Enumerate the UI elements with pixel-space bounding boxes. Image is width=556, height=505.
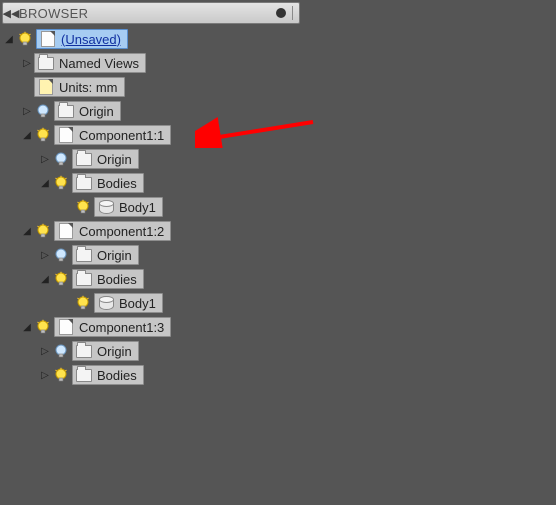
tree-row-comp1-body1[interactable]: Body1 bbox=[2, 196, 300, 218]
expander-icon[interactable]: ◢ bbox=[20, 226, 34, 237]
expander-icon[interactable]: ▷ bbox=[20, 58, 34, 69]
node-label: Origin bbox=[79, 104, 114, 119]
node-chip[interactable]: Named Views bbox=[34, 53, 146, 73]
bulb-icon[interactable] bbox=[52, 366, 70, 384]
folder-icon bbox=[76, 176, 92, 190]
tree-row-comp1-bodies[interactable]: ◢ Bodies bbox=[2, 172, 300, 194]
node-chip[interactable]: Component1:1 bbox=[54, 125, 171, 145]
bulb-icon[interactable] bbox=[52, 342, 70, 360]
tree-row-component1-3[interactable]: ◢ Component1:3 bbox=[2, 316, 300, 338]
doc-icon bbox=[40, 32, 56, 46]
doc-icon bbox=[38, 80, 54, 94]
node-label: Origin bbox=[97, 248, 132, 263]
tree-row-component1-2[interactable]: ◢ Component1:2 bbox=[2, 220, 300, 242]
node-label: Origin bbox=[97, 344, 132, 359]
node-label: Component1:3 bbox=[79, 320, 164, 335]
node-chip[interactable]: Origin bbox=[72, 341, 139, 361]
bulb-icon[interactable] bbox=[74, 198, 92, 216]
node-label: Component1:2 bbox=[79, 224, 164, 239]
panel-dot-icon[interactable] bbox=[276, 8, 286, 18]
tree-row-component1-1[interactable]: ◢ Component1:1 bbox=[2, 124, 300, 146]
doc-icon bbox=[58, 224, 74, 238]
bulb-icon[interactable] bbox=[34, 318, 52, 336]
expander-icon[interactable]: ▷ bbox=[38, 250, 52, 261]
body-icon bbox=[98, 200, 114, 214]
node-chip[interactable]: Origin bbox=[72, 245, 139, 265]
expander-icon[interactable]: ▷ bbox=[38, 154, 52, 165]
tree-row-units[interactable]: ▷ Units: mm bbox=[2, 76, 300, 98]
expander-icon[interactable]: ◢ bbox=[38, 178, 52, 189]
node-chip[interactable]: Body1 bbox=[94, 293, 163, 313]
node-chip[interactable]: Component1:2 bbox=[54, 221, 171, 241]
node-chip[interactable]: Component1:3 bbox=[54, 317, 171, 337]
tree-row-comp2-body1[interactable]: Body1 bbox=[2, 292, 300, 314]
collapse-icon[interactable]: ◀◀ bbox=[3, 7, 19, 20]
folder-icon bbox=[38, 56, 54, 70]
doc-icon bbox=[58, 320, 74, 334]
node-label: Units: mm bbox=[59, 80, 118, 95]
expander-icon[interactable]: ◢ bbox=[20, 322, 34, 333]
panel-header: ◀◀ BROWSER bbox=[2, 2, 300, 24]
node-label: Body1 bbox=[119, 296, 156, 311]
bulb-icon[interactable] bbox=[52, 174, 70, 192]
bulb-icon[interactable] bbox=[16, 30, 34, 48]
folder-icon bbox=[76, 152, 92, 166]
expander-icon[interactable]: ▷ bbox=[20, 106, 34, 117]
tree-row-comp2-bodies[interactable]: ◢ Bodies bbox=[2, 268, 300, 290]
tree-row-comp3-origin[interactable]: ▷ Origin bbox=[2, 340, 300, 362]
expander-icon[interactable]: ▷ bbox=[38, 370, 52, 381]
tree-row-comp1-origin[interactable]: ▷ Origin bbox=[2, 148, 300, 170]
bulb-icon[interactable] bbox=[34, 102, 52, 120]
node-label: (Unsaved) bbox=[61, 32, 121, 47]
panel-title: BROWSER bbox=[19, 6, 276, 21]
node-label: Bodies bbox=[97, 368, 137, 383]
browser-panel: ◀◀ BROWSER ◢ (Unsaved) ▷ Named Views bbox=[2, 2, 300, 388]
tree-row-named-views[interactable]: ▷ Named Views bbox=[2, 52, 300, 74]
panel-divider bbox=[292, 6, 293, 20]
expander-icon[interactable]: ◢ bbox=[2, 34, 16, 45]
folder-icon bbox=[58, 104, 74, 118]
bulb-icon[interactable] bbox=[34, 126, 52, 144]
node-chip[interactable]: Origin bbox=[72, 149, 139, 169]
bulb-icon[interactable] bbox=[52, 270, 70, 288]
node-label: Origin bbox=[97, 152, 132, 167]
folder-icon bbox=[76, 248, 92, 262]
node-label: Bodies bbox=[97, 176, 137, 191]
node-chip[interactable]: Units: mm bbox=[34, 77, 125, 97]
expander-icon[interactable]: ◢ bbox=[20, 130, 34, 141]
body-icon bbox=[98, 296, 114, 310]
tree-row-comp2-origin[interactable]: ▷ Origin bbox=[2, 244, 300, 266]
tree-row-comp3-bodies[interactable]: ▷ Bodies bbox=[2, 364, 300, 386]
folder-icon bbox=[76, 344, 92, 358]
bulb-icon[interactable] bbox=[52, 246, 70, 264]
node-chip[interactable]: (Unsaved) bbox=[36, 29, 128, 49]
bulb-icon[interactable] bbox=[52, 150, 70, 168]
bulb-icon[interactable] bbox=[74, 294, 92, 312]
expander-icon[interactable]: ◢ bbox=[38, 274, 52, 285]
node-label: Component1:1 bbox=[79, 128, 164, 143]
node-chip[interactable]: Body1 bbox=[94, 197, 163, 217]
tree-row-origin[interactable]: ▷ Origin bbox=[2, 100, 300, 122]
node-chip[interactable]: Bodies bbox=[72, 173, 144, 193]
node-label: Bodies bbox=[97, 272, 137, 287]
expander-icon[interactable]: ▷ bbox=[38, 346, 52, 357]
node-label: Body1 bbox=[119, 200, 156, 215]
doc-icon bbox=[58, 128, 74, 142]
tree-row-root[interactable]: ◢ (Unsaved) bbox=[2, 28, 300, 50]
bulb-icon[interactable] bbox=[34, 222, 52, 240]
tree: ◢ (Unsaved) ▷ Named Views ▷ Units: mm bbox=[2, 28, 300, 386]
node-chip[interactable]: Bodies bbox=[72, 365, 144, 385]
node-label: Named Views bbox=[59, 56, 139, 71]
node-chip[interactable]: Origin bbox=[54, 101, 121, 121]
folder-icon bbox=[76, 272, 92, 286]
node-chip[interactable]: Bodies bbox=[72, 269, 144, 289]
folder-icon bbox=[76, 368, 92, 382]
